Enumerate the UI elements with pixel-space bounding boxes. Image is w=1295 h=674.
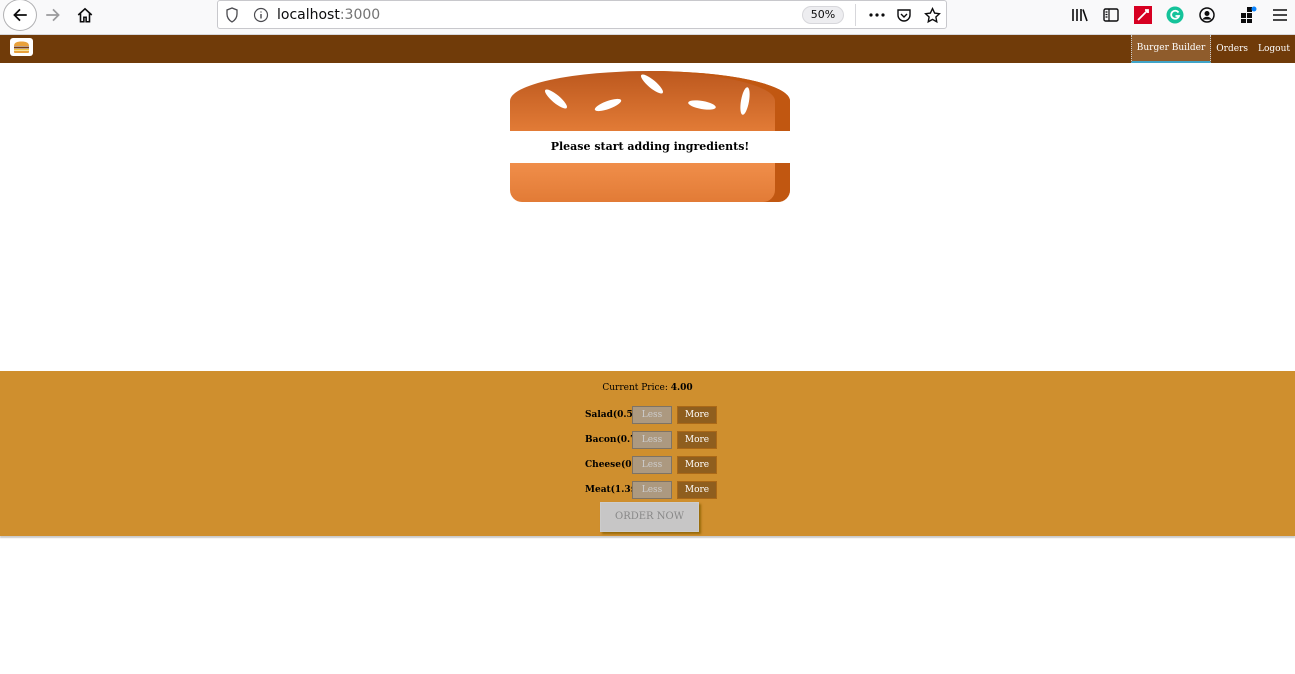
back-arrow-icon — [13, 8, 27, 22]
browser-toolbar: localhost:3000 50% — [0, 0, 1295, 35]
more-button[interactable]: More — [677, 406, 717, 424]
pocket-icon[interactable] — [895, 6, 913, 24]
home-icon — [77, 7, 93, 23]
extensions-icon[interactable] — [1238, 5, 1258, 25]
seed — [638, 71, 666, 97]
control-meat: Meat(1.3$) Less More — [585, 481, 725, 499]
bread-top — [510, 71, 790, 131]
less-button[interactable]: Less — [632, 481, 672, 499]
burger-preview: Please start adding ingredients! — [510, 71, 790, 202]
sidebar-icon[interactable] — [1101, 5, 1121, 25]
home-button[interactable] — [69, 0, 101, 30]
empty-burger-message: Please start adding ingredients! — [510, 131, 790, 163]
more-button[interactable]: More — [677, 481, 717, 499]
control-bacon: Bacon(0.7$) Less More — [585, 431, 725, 449]
order-now-button[interactable]: ORDER NOW — [600, 502, 699, 532]
more-button[interactable]: More — [677, 456, 717, 474]
build-controls: Current Price: 4.00 Salad(0.5$) Less Mor… — [0, 371, 1295, 536]
shield-icon[interactable] — [225, 7, 239, 23]
menu-icon[interactable] — [1270, 5, 1290, 25]
burger-logo-icon[interactable] — [10, 38, 33, 56]
bread-bottom — [510, 163, 790, 202]
nav-burger-builder[interactable]: Burger Builder — [1130, 35, 1212, 63]
ingredient-label: Meat(1.3$) — [585, 485, 632, 495]
less-button[interactable]: Less — [632, 431, 672, 449]
price-value: 4.00 — [670, 383, 693, 393]
ingredient-label: Salad(0.5$) — [585, 410, 632, 420]
less-button[interactable]: Less — [632, 406, 672, 424]
seed — [738, 86, 752, 116]
forward-button[interactable] — [37, 0, 69, 30]
url-separator — [855, 4, 856, 26]
forward-arrow-icon — [46, 8, 60, 22]
extension-icon[interactable] — [1133, 5, 1153, 25]
seed — [542, 86, 570, 112]
url-bar[interactable]: localhost:3000 50% — [217, 0, 947, 29]
url-text[interactable]: localhost:3000 — [277, 7, 380, 23]
current-price: Current Price: 4.00 — [602, 383, 693, 393]
account-icon[interactable] — [1197, 5, 1217, 25]
nav-logout[interactable]: Logout — [1253, 35, 1295, 63]
control-salad: Salad(0.5$) Less More — [585, 406, 725, 424]
less-button[interactable]: Less — [632, 456, 672, 474]
main-nav: Burger Builder Orders Logout — [1130, 35, 1295, 63]
seed — [593, 96, 623, 114]
zoom-level-badge[interactable]: 50% — [802, 6, 844, 24]
control-cheese: Cheese(0.4$) Less More — [585, 456, 725, 474]
more-icon[interactable] — [868, 6, 886, 24]
library-icon[interactable] — [1070, 5, 1090, 25]
seed — [687, 98, 717, 112]
nav-orders[interactable]: Orders — [1211, 35, 1253, 63]
back-button[interactable] — [3, 0, 37, 31]
ingredient-label: Bacon(0.7$) — [585, 435, 632, 445]
info-icon[interactable] — [253, 7, 269, 23]
app-toolbar: Burger Builder Orders Logout — [0, 35, 1295, 63]
star-icon[interactable] — [923, 6, 941, 24]
ingredient-label: Cheese(0.4$) — [585, 460, 632, 470]
more-button[interactable]: More — [677, 431, 717, 449]
grammarly-icon[interactable] — [1165, 5, 1185, 25]
